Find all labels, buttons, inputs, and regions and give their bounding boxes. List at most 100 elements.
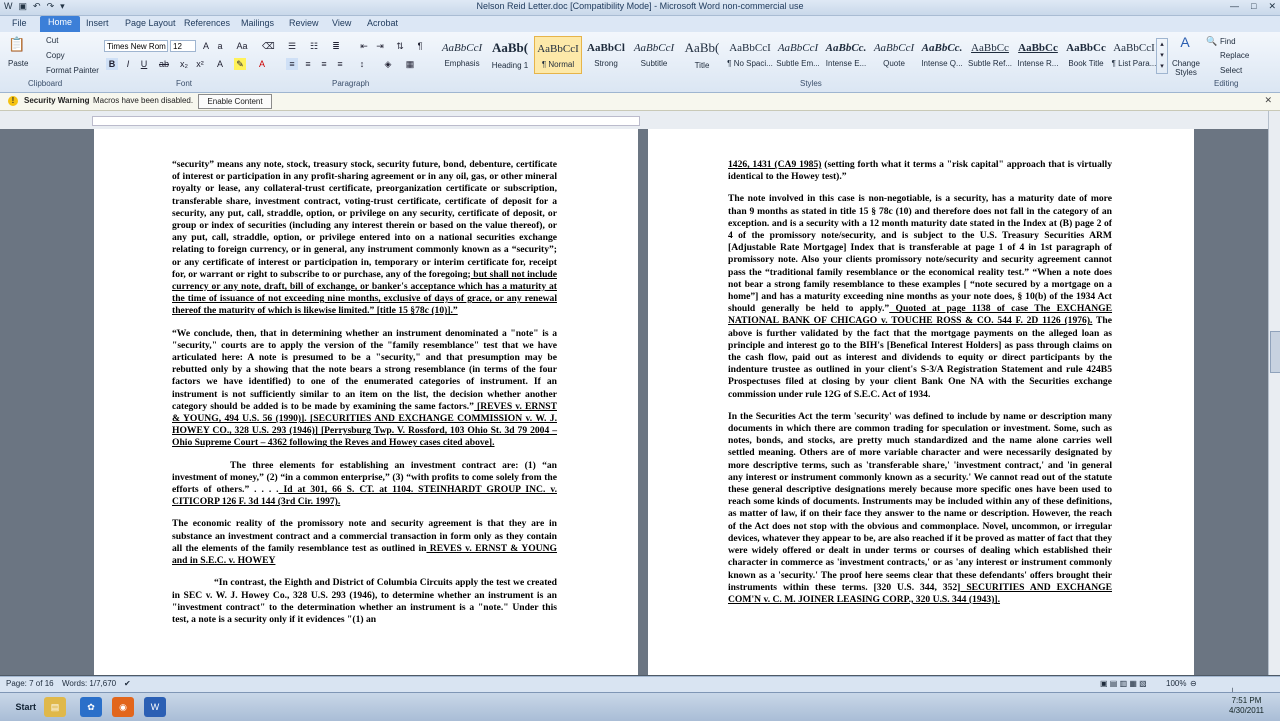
editing-group-label: Editing — [1214, 79, 1239, 88]
vertical-scrollbar[interactable] — [1268, 111, 1280, 675]
tab-page-layout[interactable]: Page Layout — [125, 18, 176, 28]
multilevel-list-icon[interactable]: ≣ — [330, 40, 342, 52]
style-title[interactable]: AaBb(Title — [678, 36, 726, 74]
borders-icon[interactable]: ▦ — [404, 58, 416, 70]
enable-content-button[interactable]: Enable Content — [198, 94, 272, 109]
style-strong[interactable]: AaBbCl Strong — [582, 36, 630, 74]
app-icon[interactable]: ✿ — [80, 697, 102, 717]
close-button[interactable]: ✕ — [1268, 1, 1276, 12]
tab-file[interactable]: File — [12, 18, 27, 28]
shrink-font-icon[interactable]: a — [214, 40, 226, 52]
copy-button[interactable]: Copy — [46, 51, 65, 60]
style-book-title[interactable]: AaBbCc Book Title — [1062, 36, 1110, 74]
style-name: Intense R... — [1017, 59, 1059, 68]
paste-icon[interactable]: 📋 — [8, 37, 26, 56]
style-name: Title — [694, 61, 710, 70]
close-icon[interactable]: ✕ — [1264, 95, 1272, 106]
scrollbar-thumb[interactable] — [1270, 331, 1280, 373]
page-count[interactable]: Page: 7 of 16 — [6, 679, 54, 688]
highlight-icon[interactable]: ✎ — [234, 58, 246, 70]
style-quote[interactable]: AaBbCcI Quote — [870, 36, 918, 74]
security-warning-title: Security Warning — [24, 96, 90, 105]
sort-icon[interactable]: ⇅ — [394, 40, 406, 52]
minimize-button[interactable]: — — [1230, 1, 1239, 12]
shading-icon[interactable]: ◈ — [382, 58, 394, 70]
styles-gallery: AaBbCcI Emphasis AaBb(Heading 1 AaBbCcI ¶ … — [438, 36, 1166, 74]
bold-icon[interactable]: B — [106, 58, 118, 70]
paste-button[interactable]: Paste — [8, 59, 28, 68]
grow-font-icon[interactable]: A — [200, 40, 212, 52]
text-effects-icon[interactable]: A — [214, 58, 226, 70]
style-subtle-emphasis[interactable]: AaBbCcI Subtle Em... — [774, 36, 822, 74]
style-intense-reference[interactable]: AaBbCc Intense R... — [1014, 36, 1062, 74]
change-styles-icon[interactable]: A — [1176, 35, 1194, 54]
styles-group-label: Styles — [800, 79, 822, 88]
tab-references[interactable]: References — [184, 18, 230, 28]
tab-mailings[interactable]: Mailings — [241, 18, 274, 28]
style-name: Subtle Ref... — [967, 59, 1013, 68]
style-sample: AaBbCc. — [921, 42, 963, 54]
paragraph: “We conclude, then, that in determining … — [172, 328, 557, 450]
replace-button[interactable]: Replace — [1220, 51, 1249, 60]
change-case-icon[interactable]: Aa — [236, 40, 248, 52]
firefox-icon[interactable]: ◉ — [112, 697, 134, 717]
decrease-indent-icon[interactable]: ⇤ — [358, 40, 370, 52]
numbering-icon[interactable]: ☷ — [308, 40, 320, 52]
italic-icon[interactable]: I — [122, 58, 134, 70]
show-marks-icon[interactable]: ¶ — [414, 40, 426, 52]
tab-view[interactable]: View — [332, 18, 351, 28]
tab-acrobat[interactable]: Acrobat — [367, 18, 398, 28]
subscript-icon[interactable]: x₂ — [178, 58, 190, 70]
font-size-box[interactable]: 12 — [170, 40, 196, 52]
clipboard-group-label: Clipboard — [28, 79, 63, 88]
bullets-icon[interactable]: ☰ — [286, 40, 298, 52]
font-name-box[interactable]: Times New Rom — [104, 40, 168, 52]
change-styles-button[interactable]: Change Styles — [1170, 59, 1202, 77]
view-buttons-icon[interactable]: ▣ ▤ ▥ ▦ ▧ — [1100, 679, 1147, 688]
underline-icon[interactable]: U — [138, 58, 150, 70]
style-subtle-reference[interactable]: AaBbCc Subtle Ref... — [966, 36, 1014, 74]
align-right-icon[interactable]: ≡ — [318, 58, 330, 70]
strikethrough-icon[interactable]: ab — [158, 58, 170, 70]
justify-icon[interactable]: ≡ — [334, 58, 346, 70]
style-emphasis[interactable]: AaBbCcI Emphasis — [438, 36, 486, 74]
proofing-icon[interactable]: ✔ — [124, 679, 131, 688]
style-list-paragraph[interactable]: AaBbCcI ¶ List Para... — [1110, 36, 1158, 74]
clear-format-icon[interactable]: ⌫ — [262, 40, 275, 52]
superscript-icon[interactable]: x² — [194, 58, 206, 70]
word-count[interactable]: Words: 1/7,670 — [62, 679, 116, 688]
select-button[interactable]: Select — [1220, 66, 1242, 75]
explorer-icon[interactable]: ▤ — [44, 697, 66, 717]
style-sample: AaBbCcI — [633, 42, 675, 54]
document-page-left[interactable]: “security” means any note, stock, treasu… — [94, 129, 638, 675]
style-intense-emphasis[interactable]: AaBbCc. Intense E... — [822, 36, 870, 74]
document-page-right[interactable]: 1426, 1431 (CA9 1985) (setting forth wha… — [648, 129, 1194, 675]
maximize-button[interactable]: □ — [1251, 1, 1256, 12]
style-heading-1[interactable]: AaBb(Heading 1 — [486, 36, 534, 74]
document-workspace[interactable]: “security” means any note, stock, treasu… — [0, 129, 1268, 675]
find-button[interactable]: Find — [1220, 37, 1236, 46]
style-intense-quote[interactable]: AaBbCc. Intense Q... — [918, 36, 966, 74]
align-left-icon[interactable]: ≡ — [286, 58, 298, 70]
format-painter-button[interactable]: Format Painter — [46, 66, 99, 75]
text-run: “In contrast, the Eighth and District of… — [172, 577, 557, 625]
find-icon: 🔍 — [1206, 36, 1218, 46]
line-spacing-icon[interactable]: ↕ — [356, 58, 368, 70]
style-normal[interactable]: AaBbCcI ¶ Normal — [534, 36, 582, 74]
styles-scroll-icon[interactable]: ▴ ▾ ▾ — [1156, 38, 1168, 74]
style-subtitle[interactable]: AaBbCcI Subtitle — [630, 36, 678, 74]
style-name: Book Title — [1068, 59, 1104, 68]
increase-indent-icon[interactable]: ⇥ — [374, 40, 386, 52]
align-center-icon[interactable]: ≡ — [302, 58, 314, 70]
start-button[interactable]: Start — [2, 696, 36, 718]
cut-button[interactable]: Cut — [46, 36, 58, 45]
zoom-level[interactable]: 100% — [1166, 679, 1186, 688]
tab-insert[interactable]: Insert — [86, 18, 109, 28]
horizontal-ruler[interactable] — [0, 111, 1280, 130]
tab-home[interactable]: Home — [40, 16, 81, 32]
style-no-spacing[interactable]: AaBbCcI ¶ No Spaci... — [726, 36, 774, 74]
tab-review[interactable]: Review — [289, 18, 319, 28]
font-color-icon[interactable]: A — [256, 58, 268, 70]
word-taskbar-icon[interactable]: W — [144, 697, 166, 717]
system-clock[interactable]: 7:51 PM 4/30/2011 — [1229, 696, 1264, 716]
